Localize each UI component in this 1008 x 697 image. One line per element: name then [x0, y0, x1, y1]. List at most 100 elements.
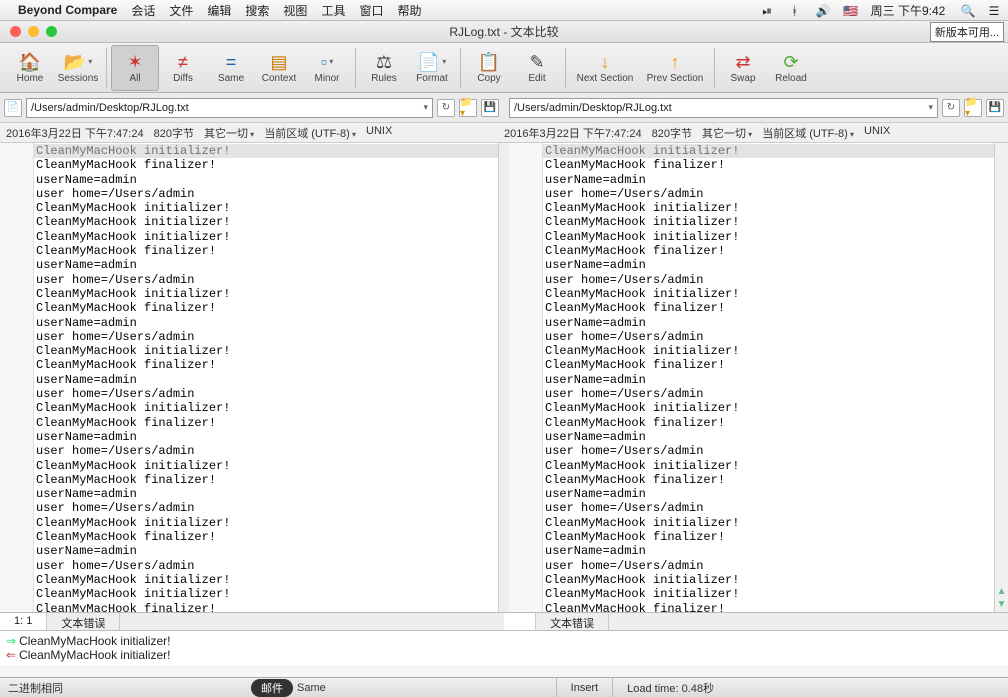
bottom-tab-row: 1: 1 文本错误 文本错误	[0, 613, 1008, 631]
compare-panes: CleanMyMacHook initializer! CleanMyMacHo…	[0, 143, 1008, 613]
flag-icon[interactable]: 🇺🇸	[843, 4, 855, 18]
reload-button[interactable]: ⟳Reload	[767, 45, 815, 91]
right-date: 2016年3月22日 下午7:47:24	[504, 125, 642, 141]
diff-line-1: CleanMyMacHook initializer!	[19, 634, 170, 648]
left-cursor-tab[interactable]: 1: 1	[0, 613, 47, 630]
right-encoding-dropdown[interactable]: 当前区域 (UTF-8)	[762, 125, 854, 141]
right-path-input[interactable]: /Users/admin/Desktop/RJLog.txt▾	[509, 98, 938, 118]
camera-icon[interactable]: ⏯	[761, 4, 773, 19]
left-path-input[interactable]: /Users/admin/Desktop/RJLog.txt▾	[26, 98, 433, 118]
menu-edit[interactable]: 编辑	[207, 2, 231, 19]
menu-help[interactable]: 帮助	[397, 2, 421, 19]
diff-detail-area: ⇒CleanMyMacHook initializer! ⇐CleanMyMac…	[0, 631, 1008, 665]
macos-menubar: Beyond Compare 会话 文件 编辑 搜索 视图 工具 窗口 帮助 ⏯…	[0, 0, 1008, 21]
menu-tools[interactable]: 工具	[321, 2, 345, 19]
diffs-button[interactable]: ≠Diffs	[159, 45, 207, 91]
minor-button[interactable]: ▫▾Minor	[303, 45, 351, 91]
menu-icon[interactable]: ☰	[988, 4, 1000, 18]
new-version-button[interactable]: 新版本可用...	[930, 22, 1004, 42]
right-size: 820字节	[652, 125, 692, 141]
left-current-line-highlight	[34, 144, 498, 158]
context-button[interactable]: ▤Context	[255, 45, 303, 91]
diff-arrow-left-icon: ⇐	[6, 648, 16, 662]
right-browse-button[interactable]: 📁▾	[964, 99, 982, 117]
left-history-button[interactable]: ↻	[437, 99, 455, 117]
home-icon: 🏠	[19, 51, 41, 73]
diffs-icon: ≠	[178, 51, 188, 73]
sessions-button[interactable]: 📂▾Sessions	[54, 45, 102, 91]
right-cursor-tab[interactable]	[504, 613, 536, 630]
left-size: 820字节	[154, 125, 194, 141]
menu-view[interactable]: 视图	[283, 2, 307, 19]
next-section-button[interactable]: ↓Next Section	[570, 45, 640, 91]
vertical-scrollbar[interactable]: ▲▼	[994, 143, 1008, 612]
right-pane: CleanMyMacHook initializer! CleanMyMacHo…	[509, 143, 1008, 612]
search-icon[interactable]: 🔍	[961, 4, 973, 18]
diff-line-2: CleanMyMacHook initializer!	[19, 648, 170, 662]
home-button[interactable]: 🏠Home	[6, 45, 54, 91]
left-save-button[interactable]: 💾	[481, 99, 499, 117]
scroll-down-icon[interactable]: ▼	[997, 599, 1007, 610]
right-current-line-highlight	[543, 144, 994, 158]
prev-section-button[interactable]: ↑Prev Section	[640, 45, 710, 91]
system-tray: ⏯ ᚼ 🔊 🇺🇸 周三 下午9:42 🔍 ☰	[749, 2, 1000, 19]
sessions-icon: 📂▾	[64, 51, 92, 73]
same-button[interactable]: =Same	[207, 45, 255, 91]
left-gutter	[0, 143, 34, 612]
left-filter-dropdown[interactable]: 其它一切	[204, 125, 254, 141]
status-same: Same	[297, 682, 326, 694]
window-titlebar: RJLog.txt - 文本比较 新版本可用...	[0, 21, 1008, 43]
left-content[interactable]: CleanMyMacHook initializer! CleanMyMacHo…	[34, 143, 499, 612]
left-lineend: UNIX	[366, 125, 392, 141]
all-button[interactable]: ✶All	[111, 45, 159, 91]
status-insert: Insert	[556, 678, 613, 697]
context-icon: ▤	[270, 51, 287, 73]
diff-arrow-right-icon: ⇒	[6, 634, 16, 648]
down-arrow-icon: ↓	[601, 51, 610, 73]
menu-window[interactable]: 窗口	[359, 2, 383, 19]
clock[interactable]: 周三 下午9:42	[871, 4, 946, 18]
right-lineend: UNIX	[864, 125, 890, 141]
status-loadtime: Load time: 0.48秒	[612, 678, 728, 697]
mail-badge[interactable]: 邮件	[251, 679, 293, 697]
right-error-tab[interactable]: 文本错误	[536, 613, 609, 630]
bluetooth-icon[interactable]: ᚼ	[789, 4, 801, 18]
menu-session[interactable]: 会话	[131, 2, 155, 19]
left-browse-button[interactable]: 📁▾	[459, 99, 477, 117]
right-history-button[interactable]: ↻	[942, 99, 960, 117]
overview-strip[interactable]	[499, 143, 509, 612]
left-date: 2016年3月22日 下午7:47:24	[6, 125, 144, 141]
edit-icon: ✎	[529, 51, 544, 73]
volume-icon[interactable]: 🔊	[816, 4, 828, 18]
status-binary-same: 二进制相同	[0, 680, 71, 696]
window-title: RJLog.txt - 文本比较	[0, 23, 1008, 40]
copy-icon: 📋	[478, 51, 500, 73]
left-encoding-dropdown[interactable]: 当前区域 (UTF-8)	[264, 125, 356, 141]
app-name[interactable]: Beyond Compare	[18, 3, 117, 17]
right-gutter	[509, 143, 543, 612]
swap-button[interactable]: ⇄Swap	[719, 45, 767, 91]
scroll-up-icon[interactable]: ▲	[997, 586, 1007, 597]
rules-icon: ⚖	[376, 51, 392, 73]
left-error-tab[interactable]: 文本错误	[47, 613, 120, 630]
up-arrow-icon: ↑	[671, 51, 680, 73]
left-pane: CleanMyMacHook initializer! CleanMyMacHo…	[0, 143, 499, 612]
edit-button[interactable]: ✎Edit	[513, 45, 561, 91]
status-bar: 二进制相同 邮件 Same Insert Load time: 0.48秒	[0, 677, 1008, 697]
right-content[interactable]: CleanMyMacHook initializer! CleanMyMacHo…	[543, 143, 994, 612]
all-icon: ✶	[127, 51, 142, 73]
left-file-icon[interactable]: 📄	[4, 99, 22, 117]
right-filter-dropdown[interactable]: 其它一切	[702, 125, 752, 141]
right-save-button[interactable]: 💾	[986, 99, 1004, 117]
copy-button[interactable]: 📋Copy	[465, 45, 513, 91]
info-row: 2016年3月22日 下午7:47:24 820字节 其它一切 当前区域 (UT…	[0, 123, 1008, 143]
menu-search[interactable]: 搜索	[245, 2, 269, 19]
format-button[interactable]: 📄▾Format	[408, 45, 456, 91]
format-icon: 📄▾	[418, 51, 446, 73]
rules-button[interactable]: ⚖Rules	[360, 45, 408, 91]
same-icon: =	[226, 51, 237, 73]
swap-icon: ⇄	[735, 51, 750, 73]
toolbar: 🏠Home 📂▾Sessions ✶All ≠Diffs =Same ▤Cont…	[0, 43, 1008, 93]
minor-icon: ▫▾	[321, 51, 333, 73]
menu-file[interactable]: 文件	[169, 2, 193, 19]
